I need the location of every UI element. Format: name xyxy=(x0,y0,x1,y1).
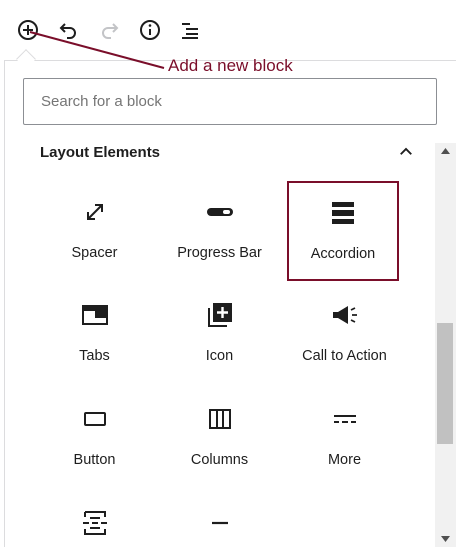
spacer-icon xyxy=(81,198,109,226)
undo-button[interactable] xyxy=(54,16,82,44)
progress-bar-icon xyxy=(206,198,234,226)
redo-button[interactable] xyxy=(96,16,124,44)
block-label: Tabs xyxy=(79,348,110,364)
block-label: Spacer xyxy=(71,245,118,261)
redo-icon xyxy=(102,23,119,39)
editor-toolbar xyxy=(0,0,456,58)
block-label: Icon xyxy=(205,348,234,364)
block-search-field[interactable] xyxy=(23,78,437,125)
block-item-icon[interactable]: Icon xyxy=(157,285,282,385)
button-icon xyxy=(81,405,109,433)
scroll-down-button[interactable] xyxy=(435,531,456,547)
tabs-icon xyxy=(81,301,109,329)
panel-title: Layout Elements xyxy=(40,143,161,161)
block-label: Progress Bar xyxy=(177,245,262,261)
list-view-button[interactable] xyxy=(176,16,204,44)
block-label: Call to Action xyxy=(302,348,387,364)
scroll-up-button[interactable] xyxy=(435,143,456,159)
scroll-down-arrow-icon xyxy=(441,536,450,542)
scroll-up-arrow-icon xyxy=(441,148,450,154)
block-item-call-to-action[interactable]: Call to Action xyxy=(282,285,407,385)
block-item-accordion[interactable]: Accordion xyxy=(287,181,399,281)
panel-toggle-button[interactable] xyxy=(392,138,420,166)
block-label: Button xyxy=(73,452,116,468)
block-item-button[interactable]: Button xyxy=(32,389,157,489)
search-input[interactable] xyxy=(24,79,436,124)
info-icon xyxy=(140,20,160,40)
block-item-more[interactable]: More xyxy=(282,389,407,489)
block-item-progress-bar[interactable]: Progress Bar xyxy=(157,182,282,282)
annotation-label: Add a new block xyxy=(168,56,293,75)
accordion-icon xyxy=(329,199,357,227)
scrollbar-thumb[interactable] xyxy=(437,323,453,444)
block-label: Columns xyxy=(190,452,249,468)
page-break-icon xyxy=(81,509,109,537)
block-item-separator[interactable] xyxy=(157,493,282,547)
megaphone-icon xyxy=(331,301,359,329)
chevron-up-icon xyxy=(400,147,412,155)
separator-icon xyxy=(206,509,234,537)
columns-icon xyxy=(206,405,234,433)
add-block-icon xyxy=(18,20,38,40)
block-item-page-break[interactable] xyxy=(32,493,157,547)
block-item-spacer[interactable]: Spacer xyxy=(32,182,157,282)
block-item-tabs[interactable]: Tabs xyxy=(32,285,157,385)
more-icon xyxy=(331,405,359,433)
plus-square-icon xyxy=(206,301,234,329)
block-item-columns[interactable]: Columns xyxy=(157,389,282,489)
block-label: More xyxy=(327,452,362,468)
scrollbar[interactable] xyxy=(435,143,456,547)
undo-icon xyxy=(59,23,76,39)
details-button[interactable] xyxy=(136,16,164,44)
block-label: Accordion xyxy=(310,246,376,262)
list-view-icon xyxy=(182,23,198,39)
add-block-button[interactable] xyxy=(14,16,42,44)
panel-header[interactable]: Layout Elements xyxy=(20,138,420,166)
